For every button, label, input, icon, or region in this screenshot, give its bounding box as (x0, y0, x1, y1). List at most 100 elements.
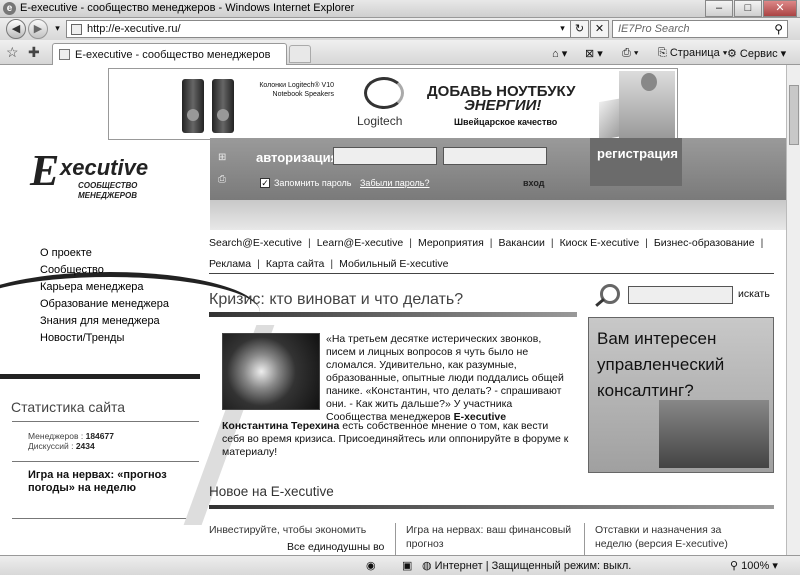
sitemap-icon[interactable]: ⊞ (218, 152, 230, 163)
login-button[interactable]: вход (523, 178, 544, 188)
article-p1: «На третьем десятке истерических звонков… (326, 333, 564, 423)
stat-managers: Менеджеров : 184677 (28, 431, 114, 441)
status-zone: ◍ Интернет | Защищенный режим: выкл. (422, 560, 632, 572)
zoom-control[interactable]: ⚲ 100% ▾ (730, 559, 778, 572)
vertical-scrollbar[interactable] (786, 65, 800, 555)
left-divider (0, 374, 200, 379)
news-col-1: Инвестируйте, чтобы экономить Все единод… (209, 523, 389, 554)
recent-pages-icon[interactable]: ▾ (48, 20, 67, 38)
protected-mode-icon[interactable]: ◉ (366, 559, 376, 572)
article-image[interactable] (222, 333, 320, 410)
banner-person-image (619, 71, 675, 139)
col-separator-2 (584, 523, 585, 555)
window-titlebar: e E-executive - сообщество менеджеров - … (0, 0, 800, 18)
speaker-left-image (182, 79, 204, 133)
forward-icon[interactable]: ▶ (28, 19, 48, 39)
address-field[interactable]: http://e-xecutive.ru/ (66, 20, 572, 38)
consulting-ad[interactable]: Вам интересен управленческий консалтинг? (588, 317, 774, 473)
menu-divider (209, 273, 774, 274)
new-tab-button[interactable] (289, 45, 311, 63)
new-section-heading: Новое на E-xecutive (209, 484, 334, 499)
zoom-level: 100% (741, 560, 770, 572)
side-line-3 (12, 518, 199, 519)
headline-bar (209, 312, 577, 317)
minimize-button[interactable]: – (705, 0, 733, 17)
home-icon[interactable]: ⌂ ▾ (552, 47, 567, 60)
site-search-button[interactable]: искать (738, 288, 770, 300)
logo-sub1: СООБЩЕСТВО (78, 181, 138, 190)
refresh-icon[interactable]: ↻ (570, 20, 589, 38)
auth-label: авторизация (256, 150, 339, 165)
remember-checkbox[interactable]: ✓ (260, 178, 270, 188)
register-button[interactable]: регистрация (590, 138, 682, 186)
menu-business-education[interactable]: Бизнес-образование (654, 237, 755, 249)
side-line-2 (12, 461, 199, 462)
news-col1-text: Все единодушны во (287, 541, 385, 553)
banner-brand: Logitech (357, 114, 403, 128)
page-menu[interactable]: ⎘ Страница ▾ (658, 47, 727, 60)
header-band (210, 200, 786, 230)
scrollbar-thumb[interactable] (789, 85, 799, 145)
tab-e-xecutive[interactable]: E-executive - сообщество менеджеров (52, 43, 287, 65)
site-search-input[interactable] (628, 286, 733, 304)
magnifier-icon (600, 284, 620, 304)
stop-icon[interactable]: ✕ (590, 20, 609, 38)
menu-events[interactable]: Мероприятия (418, 237, 484, 249)
consulting-people-image (659, 400, 769, 468)
consulting-ad-text: Вам интересен управленческий консалтинг? (597, 329, 725, 400)
window-title: E-executive - сообщество менеджеров - Wi… (20, 2, 355, 14)
menu-search[interactable]: Search@E-xecutive (209, 237, 302, 249)
logo-sub2: МЕНЕДЖЕРОВ (78, 191, 137, 200)
tab-page-icon (59, 49, 70, 60)
menu-ads[interactable]: Реклама (209, 258, 251, 270)
menu-mobile[interactable]: Мобильный E-xecutive (339, 258, 448, 270)
page-icon (71, 24, 82, 35)
zone-icon: ▣ (402, 560, 413, 572)
nav-about[interactable]: О проекте (40, 247, 169, 264)
print-icon[interactable]: ⎙ ▾ (622, 47, 638, 60)
nav-career[interactable]: Карьера менеджера (40, 281, 169, 298)
password-field[interactable] (443, 147, 547, 165)
menu-learn[interactable]: Learn@E-xecutive (317, 237, 404, 249)
page-menu-label: Страница (669, 47, 720, 59)
close-button[interactable]: ✕ (763, 0, 797, 17)
back-icon[interactable]: ◀ (6, 19, 26, 39)
menu-vacancies[interactable]: Вакансии (499, 237, 545, 249)
article-text-2: Константина Терехина есть собственное мн… (222, 420, 572, 459)
rss-icon[interactable]: ⊠ ▾ (585, 47, 603, 60)
menu-sitemap[interactable]: Карта сайта (266, 258, 325, 270)
print-page-icon[interactable]: ⎙ (218, 174, 230, 185)
nav-knowledge[interactable]: Знания для менеджера (40, 315, 169, 332)
ie-logo-icon: e (3, 2, 16, 15)
status-bar: ◉ ▣ ◍ Интернет | Защищенный режим: выкл.… (0, 555, 800, 575)
maximize-button[interactable]: □ (734, 0, 762, 17)
search-icon[interactable]: ⚲ (774, 22, 783, 36)
main-headline[interactable]: Кризис: кто виноват и что делать? (209, 291, 463, 309)
page-viewport: Колонки Logitech® V10 Notebook Speakers … (0, 65, 786, 555)
logo-mark: E (30, 146, 60, 195)
logo-word: xecutive (60, 155, 149, 180)
banner-ad[interactable]: Колонки Logitech® V10 Notebook Speakers … (108, 68, 678, 141)
add-favorites-icon[interactable]: ✚ (28, 44, 40, 61)
nav-community[interactable]: Сообщество (40, 264, 169, 281)
side-news-link[interactable]: Игра на нервах: «прогноз погоды» на неде… (28, 469, 198, 495)
nav-news[interactable]: Новости/Тренды (40, 332, 169, 349)
auth-bar: ⊞ ⎙ авторизация ✓ Запомнить пароль Забыл… (210, 138, 786, 200)
news-col2-title[interactable]: Игра на нервах: ваш финансовый прогноз (406, 523, 576, 551)
service-menu[interactable]: ⚙ Сервис ▾ (727, 47, 786, 60)
news-col1-title[interactable]: Инвестируйте, чтобы экономить (209, 523, 389, 537)
top-menu-row1: Search@E-xecutive | Learn@E-xecutive | Мероп… (209, 237, 764, 249)
col-separator-1 (395, 523, 396, 555)
nav-education[interactable]: Образование менеджера (40, 298, 169, 315)
logitech-logo-icon (364, 77, 404, 109)
address-text: http://e-xecutive.ru/ (87, 23, 181, 35)
search-input[interactable]: IE7Pro Search ⚲ (612, 20, 788, 38)
forgot-password-link[interactable]: Забыли пароль? (360, 178, 429, 188)
stat-discussions: Дискуссий : 2434 (28, 441, 95, 451)
news-col3-title[interactable]: Отставки и назначения за неделю (версия … (595, 523, 760, 551)
login-field[interactable] (333, 147, 437, 165)
favorites-star-icon[interactable]: ☆ (6, 44, 19, 61)
menu-kiosk[interactable]: Киоск E-xecutive (560, 237, 640, 249)
article-author[interactable]: Константина Терехина (222, 420, 339, 432)
search-placeholder: IE7Pro Search (618, 23, 690, 35)
